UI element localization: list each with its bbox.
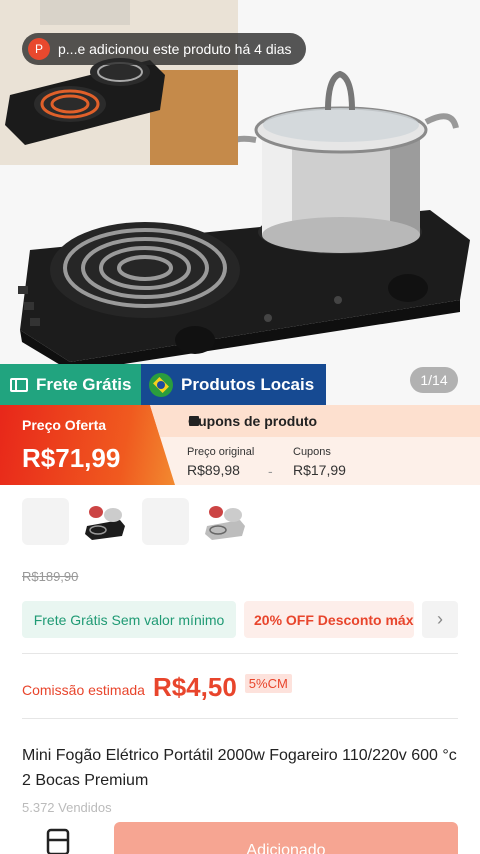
original-price-label: Preço original — [187, 446, 255, 458]
thumbnail[interactable] — [22, 498, 69, 545]
free-shipping-chip[interactable]: Frete Grátis Sem valor mínimo — [22, 601, 236, 638]
coupons-label: Cupons — [293, 446, 331, 458]
commission-percent-badge: 5%CM — [244, 673, 292, 693]
original-price-value: R$89,98 — [187, 462, 240, 478]
brazil-flag-icon — [149, 372, 173, 397]
user-avatar: P — [28, 38, 50, 60]
coupons-value: R$17,99 — [293, 462, 346, 478]
local-products-label: Produtos Locais — [181, 374, 315, 394]
free-shipping-badge: Frete Grátis — [0, 364, 141, 405]
shipping-badges: Frete Grátis Produtos Locais — [0, 364, 326, 405]
commission-value: R$4,50 — [152, 671, 237, 702]
bottom-action-bar: Adicionado — [0, 818, 480, 854]
free-shipping-label: Frete Grátis — [36, 374, 132, 394]
local-products-badge: Produtos Locais — [141, 364, 326, 405]
offer-price-block: Preço Oferta R$71,99 — [0, 405, 175, 485]
divider — [22, 718, 458, 719]
product-title: Mini Fogão Elétrico Portátil 2000w Fogar… — [22, 747, 457, 789]
product-image-gallery[interactable]: P p...e adicionou este produto há 4 dias… — [0, 0, 480, 405]
old-price: R$189,90 — [22, 569, 79, 584]
discount-chip[interactable]: 20% OFF Desconto máx — [244, 601, 414, 638]
coupons-header: Cupons de produto — [150, 405, 480, 437]
truck-icon — [10, 377, 28, 392]
variant-thumbnails — [22, 498, 249, 545]
promo-chips: Frete Grátis Sem valor mínimo 20% OFF De… — [22, 601, 458, 638]
thumbnail[interactable] — [202, 498, 249, 545]
offer-price-label: Preço Oferta — [22, 417, 107, 433]
chevron-right-icon[interactable]: › — [422, 601, 458, 638]
estimated-commission: Comissão estimada R$4,50 5%CM — [22, 672, 292, 702]
thumbnail[interactable] — [142, 498, 189, 545]
image-pager: 1/14 — [410, 367, 458, 393]
divider — [22, 653, 458, 654]
recent-add-notice: P p...e adicionou este produto há 4 dias — [22, 33, 306, 65]
commission-label: Comissão estimada — [22, 682, 145, 698]
minus-sign: - — [268, 463, 273, 479]
coupon-icon — [189, 416, 199, 426]
lifestyle-inset-image — [0, 0, 238, 165]
recent-add-text: p...e adicionou este produto há 4 dias — [58, 41, 292, 57]
added-button[interactable]: Adicionado — [114, 822, 458, 854]
sold-count: 5.372 Vendidos — [22, 800, 112, 815]
thumbnail[interactable] — [82, 498, 129, 545]
store-icon[interactable] — [44, 826, 72, 854]
offer-price-value: R$71,99 — [22, 443, 121, 473]
price-band: Preço Oferta R$71,99 Cupons de produto P… — [0, 405, 480, 485]
